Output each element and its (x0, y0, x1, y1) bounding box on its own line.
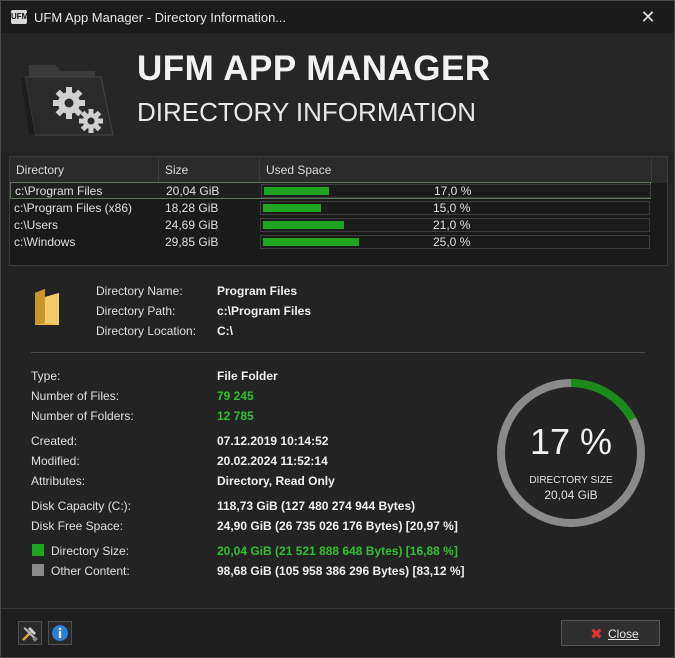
modified-label: Modified: (31, 454, 80, 468)
gauge-caption: DIRECTORY SIZE (529, 475, 613, 486)
title-bar[interactable]: UFM UFM App Manager - Directory Informat… (1, 1, 674, 33)
used-space-percent: 25,0 % (433, 235, 471, 249)
column-header-size[interactable]: Size (165, 163, 188, 177)
disk-free-value: 24,90 GiB (26 735 026 176 Bytes) [20,97 … (217, 519, 458, 533)
row-size: 29,85 GiB (165, 235, 219, 249)
attributes-label: Attributes: (31, 474, 86, 488)
directory-size-swatch (32, 544, 44, 556)
other-content-swatch (32, 564, 44, 576)
used-space-bar: 15,0 % (260, 201, 650, 215)
row-directory: c:\Program Files (15, 184, 103, 198)
table-row[interactable]: c:\Windows 29,85 GiB 25,0 % (10, 234, 651, 251)
column-separator[interactable] (651, 157, 652, 183)
used-space-fill (264, 187, 330, 195)
window-close-button[interactable]: ✕ (636, 5, 660, 29)
folder-gears-icon (21, 65, 114, 136)
table-header: Directory Size Used Space (10, 157, 667, 183)
other-content-label: Other Content: (51, 564, 130, 578)
used-space-fill (263, 238, 359, 246)
files-value: 79 245 (217, 389, 254, 403)
used-space-fill (263, 221, 344, 229)
used-space-percent: 17,0 % (434, 184, 472, 198)
info-icon (52, 625, 68, 641)
divider (31, 352, 645, 353)
column-separator[interactable] (158, 157, 159, 183)
tools-icon (22, 627, 38, 642)
type-label: Type: (31, 369, 61, 383)
row-size: 20,04 GiB (166, 184, 220, 198)
disk-free-label: Disk Free Space: (31, 519, 124, 533)
attributes-value: Directory, Read Only (217, 474, 335, 488)
folders-label: Number of Folders: (31, 409, 134, 423)
tools-button[interactable] (18, 621, 42, 645)
directory-name-label: Directory Name: (96, 284, 183, 298)
footer-bar: ✖ Close (1, 608, 674, 657)
created-label: Created: (31, 434, 78, 448)
directory-location-value: C:\ (217, 324, 233, 338)
used-space-percent: 15,0 % (433, 201, 471, 215)
column-separator[interactable] (259, 157, 260, 183)
window-title: UFM App Manager - Directory Information.… (34, 10, 287, 25)
app-icon: UFM (11, 10, 28, 24)
folders-value: 12 785 (217, 409, 254, 423)
directory-size-label: Directory Size: (51, 544, 130, 558)
close-button-label: Close (608, 627, 639, 641)
page-subtitle: DIRECTORY INFORMATION (137, 97, 476, 127)
close-button[interactable]: ✖ Close (561, 620, 660, 646)
other-content-value: 98,68 GiB (105 958 386 296 Bytes) [83,12… (217, 564, 465, 578)
directory-path-value: c:\Program Files (217, 304, 312, 318)
gauge-size: 20,04 GiB (544, 488, 597, 502)
gauge-percent: 17 % (530, 421, 612, 462)
app-title: UFM APP MANAGER (137, 49, 491, 88)
column-header-directory[interactable]: Directory (16, 163, 64, 177)
used-space-bar: 21,0 % (260, 218, 650, 232)
info-button[interactable] (48, 621, 72, 645)
used-space-bar: 17,0 % (261, 184, 651, 198)
used-space-bar: 25,0 % (260, 235, 650, 249)
files-label: Number of Files: (31, 389, 120, 403)
row-directory: c:\Users (14, 218, 59, 232)
row-directory: c:\Windows (14, 235, 76, 249)
directory-location-label: Directory Location: (96, 324, 197, 338)
type-value: File Folder (217, 369, 278, 383)
row-size: 18,28 GiB (165, 201, 219, 215)
table-row[interactable]: c:\Program Files 20,04 GiB 17,0 % (10, 182, 651, 199)
modified-value: 20.02.2024 11:52:14 (217, 454, 328, 468)
app-window: UFM UFM App Manager - Directory Informat… (0, 0, 675, 658)
column-header-used-space[interactable]: Used Space (266, 163, 331, 177)
used-space-percent: 21,0 % (433, 218, 471, 232)
used-space-fill (263, 204, 321, 212)
created-value: 07.12.2019 10:14:52 (217, 434, 329, 448)
header-banner: UFM APP MANAGER DIRECTORY INFORMATION (1, 33, 674, 151)
disk-capacity-value: 118,73 GiB (127 480 274 944 Bytes) (217, 499, 416, 513)
row-size: 24,69 GiB (165, 218, 219, 232)
directory-path-label: Directory Path: (96, 304, 176, 318)
folder-icon (35, 289, 59, 325)
row-directory: c:\Program Files (x86) (14, 201, 133, 215)
directory-size-value: 20,04 GiB (21 521 888 648 Bytes) [16,88 … (217, 544, 458, 558)
directory-table: Directory Size Used Space c:\Program Fil… (9, 156, 668, 266)
table-row[interactable]: c:\Program Files (x86) 18,28 GiB 15,0 % (10, 200, 651, 217)
close-icon: ✖ (590, 626, 603, 643)
disk-capacity-label: Disk Capacity (C:): (31, 499, 132, 513)
directory-size-gauge: 17 % DIRECTORY SIZE 20,04 GiB (497, 379, 645, 527)
directory-name-value: Program Files (217, 284, 298, 298)
table-row[interactable]: c:\Users 24,69 GiB 21,0 % (10, 217, 651, 234)
